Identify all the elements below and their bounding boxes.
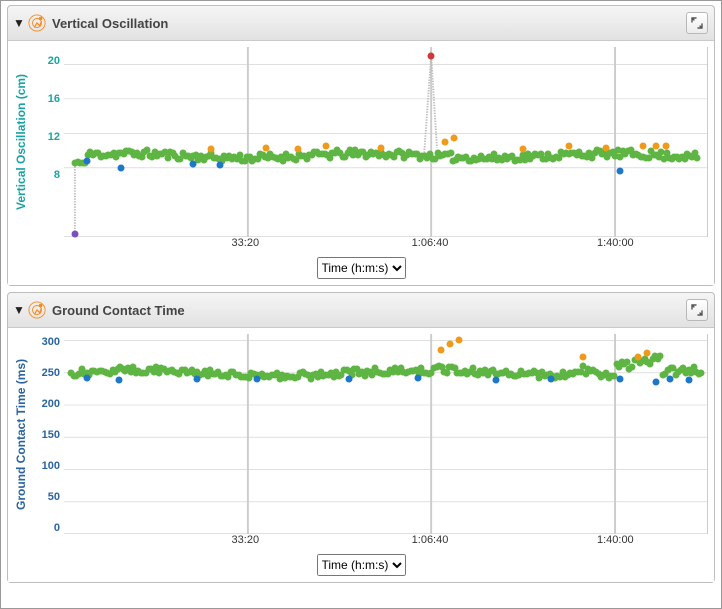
panel-ground-contact-time: ▼ Ground Contact Time Ground Contact Tim… bbox=[7, 292, 715, 583]
data-point bbox=[345, 376, 352, 383]
ytick: 250 bbox=[32, 367, 60, 379]
data-point bbox=[653, 143, 660, 150]
data-point bbox=[492, 377, 499, 384]
plot-area-gct[interactable] bbox=[64, 334, 708, 534]
xtick: 33:20 bbox=[232, 534, 260, 546]
chart-vo: Vertical Oscillation (cm) 20 16 12 8 bbox=[14, 47, 708, 237]
data-point bbox=[83, 374, 90, 381]
xaxis-row-vo: 33:20 1:06:40 1:40:00 bbox=[14, 237, 708, 255]
panel-header-gct: ▼ Ground Contact Time bbox=[8, 293, 714, 328]
ytick: 8 bbox=[32, 169, 60, 181]
data-point bbox=[629, 363, 636, 370]
panel-title-gct: Ground Contact Time bbox=[52, 303, 686, 318]
data-point bbox=[263, 145, 270, 152]
data-point bbox=[428, 52, 435, 59]
xaxis-vo: 33:20 1:06:40 1:40:00 bbox=[60, 237, 708, 255]
panel-body-vo: Vertical Oscillation (cm) 20 16 12 8 bbox=[8, 41, 714, 285]
ytick: 50 bbox=[32, 491, 60, 503]
data-point bbox=[189, 161, 196, 168]
time-unit-select-vo[interactable]: Time (h:m:s) bbox=[317, 257, 406, 279]
running-dynamics-icon bbox=[28, 14, 46, 32]
xlabel-control-vo: Time (h:m:s) bbox=[14, 255, 708, 285]
ytick: 100 bbox=[32, 460, 60, 472]
ytick: 150 bbox=[32, 429, 60, 441]
data-point bbox=[442, 139, 449, 146]
data-point bbox=[117, 164, 124, 171]
data-point bbox=[639, 143, 646, 150]
expand-icon bbox=[691, 17, 703, 29]
yticks-vo: 20 16 12 8 bbox=[32, 47, 64, 237]
data-point bbox=[579, 353, 586, 360]
panel-vertical-oscillation: ▼ Vertical Oscillation Vertical Oscillat… bbox=[7, 5, 715, 286]
data-point bbox=[447, 150, 454, 157]
xtick: 33:20 bbox=[232, 237, 260, 249]
chart-gct: Ground Contact Time (ms) 300 250 200 150… bbox=[14, 334, 708, 534]
xtick: 1:06:40 bbox=[412, 534, 449, 546]
data-point bbox=[616, 376, 623, 383]
data-point bbox=[377, 145, 384, 152]
ytick: 200 bbox=[32, 398, 60, 410]
xtick: 1:40:00 bbox=[597, 534, 634, 546]
data-point bbox=[194, 376, 201, 383]
ytick: 0 bbox=[32, 522, 60, 534]
data-point bbox=[451, 134, 458, 141]
data-point bbox=[253, 376, 260, 383]
ytick: 20 bbox=[32, 55, 60, 67]
data-point bbox=[217, 162, 224, 169]
yticks-gct: 300 250 200 150 100 50 0 bbox=[32, 334, 64, 534]
ytick: 300 bbox=[32, 336, 60, 348]
panel-title-vo: Vertical Oscillation bbox=[52, 16, 686, 31]
data-point bbox=[662, 143, 669, 150]
expand-button-gct[interactable] bbox=[686, 299, 708, 321]
data-point bbox=[667, 376, 674, 383]
data-point bbox=[414, 374, 421, 381]
data-point bbox=[685, 377, 692, 384]
running-dynamics-icon bbox=[28, 301, 46, 319]
xaxis-row-gct: 33:20 1:06:40 1:40:00 bbox=[14, 534, 708, 552]
ytick: 16 bbox=[32, 93, 60, 105]
data-point bbox=[437, 347, 444, 354]
plot-area-vo[interactable] bbox=[64, 47, 708, 237]
xlabel-control-gct: Time (h:m:s) bbox=[14, 552, 708, 582]
collapse-toggle-gct[interactable]: ▼ bbox=[12, 303, 26, 317]
data-point bbox=[635, 353, 642, 360]
data-point bbox=[322, 143, 329, 150]
data-point bbox=[83, 158, 90, 165]
xaxis-gct: 33:20 1:06:40 1:40:00 bbox=[60, 534, 708, 552]
data-point bbox=[644, 350, 651, 357]
data-point bbox=[443, 370, 450, 377]
data-point bbox=[566, 143, 573, 150]
ylabel-gct: Ground Contact Time (ms) bbox=[14, 334, 32, 534]
grid-vo bbox=[64, 47, 707, 237]
data-point bbox=[694, 155, 701, 162]
data-point bbox=[446, 340, 453, 347]
data-point bbox=[698, 369, 705, 376]
data-point bbox=[657, 353, 664, 360]
expand-icon bbox=[691, 304, 703, 316]
data-point bbox=[116, 377, 123, 384]
collapse-toggle-vo[interactable]: ▼ bbox=[12, 16, 26, 30]
data-point bbox=[602, 145, 609, 152]
panel-body-gct: Ground Contact Time (ms) 300 250 200 150… bbox=[8, 328, 714, 582]
ytick: 12 bbox=[32, 131, 60, 143]
time-unit-select-gct[interactable]: Time (h:m:s) bbox=[317, 554, 406, 576]
page: ▼ Vertical Oscillation Vertical Oscillat… bbox=[0, 0, 722, 609]
data-point bbox=[616, 167, 623, 174]
xtick: 1:06:40 bbox=[412, 237, 449, 249]
ylabel-vo: Vertical Oscillation (cm) bbox=[14, 47, 32, 237]
data-point bbox=[653, 379, 660, 386]
data-point bbox=[207, 145, 214, 152]
data-point bbox=[520, 145, 527, 152]
data-point bbox=[295, 145, 302, 152]
data-point bbox=[455, 337, 462, 344]
expand-button-vo[interactable] bbox=[686, 12, 708, 34]
data-point bbox=[547, 376, 554, 383]
xtick: 1:40:00 bbox=[597, 237, 634, 249]
panel-header-vo: ▼ Vertical Oscillation bbox=[8, 6, 714, 41]
